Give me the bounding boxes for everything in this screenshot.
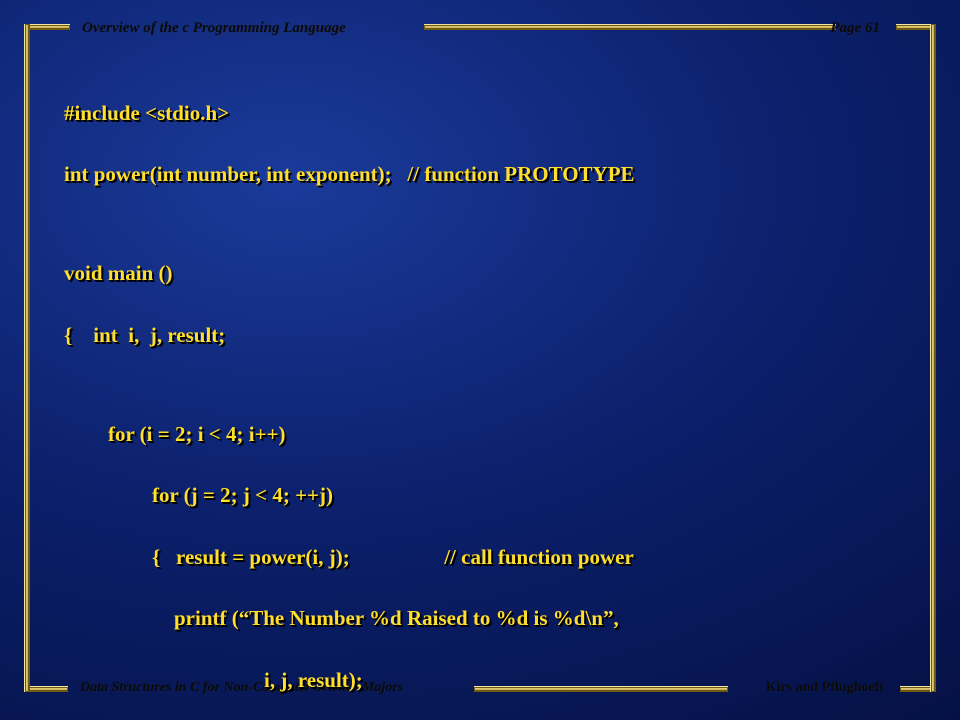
code-block: #include <stdio.h> int power(int number,… <box>64 72 900 720</box>
slide-title: Overview of the c Programming Language <box>82 20 346 37</box>
code-line: for (i = 2; i < 4; i++) <box>64 421 900 449</box>
page-number: Page 61 <box>830 20 880 37</box>
code-line: void main () <box>64 260 900 288</box>
code-line: { result = power(i, j); // call function… <box>64 544 900 572</box>
code-line: #include <stdio.h> <box>64 100 900 128</box>
code-line: { int i, j, result; <box>64 322 900 350</box>
code-line: for (j = 2; j < 4; ++j) <box>64 482 900 510</box>
code-line: int power(int number, int exponent); // … <box>64 161 900 189</box>
code-line: i, j, result); <box>64 667 900 695</box>
code-line: printf (“The Number %d Raised to %d is %… <box>64 605 900 633</box>
